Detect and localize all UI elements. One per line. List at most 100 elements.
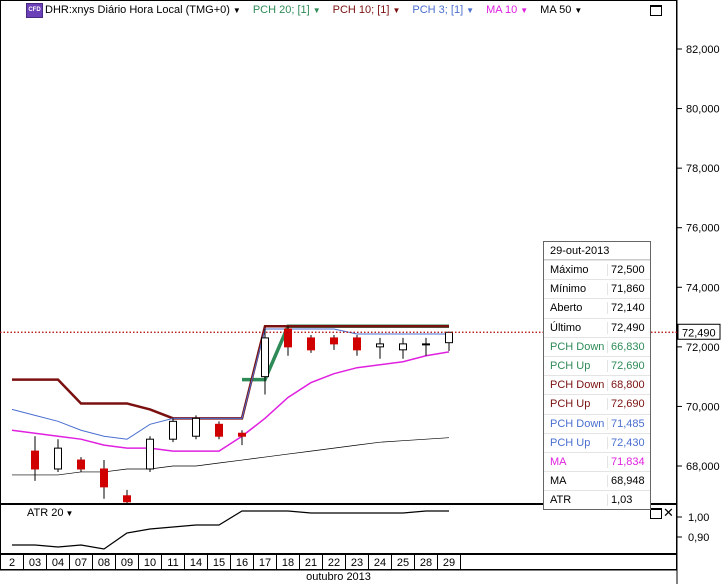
legend-item-ma10[interactable]: MA 10 ▼ [486, 4, 528, 16]
price-tick-label: 68,000 [686, 461, 720, 473]
info-row-value: 1,03 [607, 494, 650, 507]
date-tick-label: 17 [259, 557, 271, 569]
current-price-label: 72,490 [682, 327, 716, 339]
atr-plot-frame [0, 504, 677, 554]
chevron-down-icon[interactable]: ▼ [520, 6, 528, 15]
info-row-value: 71,860 [607, 283, 650, 296]
info-row: PCH Down 66,830 [544, 336, 650, 356]
info-row: Máximo 72,500 [544, 260, 650, 279]
chevron-down-icon[interactable]: ▼ [574, 6, 582, 15]
info-row-label: Último [550, 321, 582, 334]
series-line [12, 325, 449, 420]
candle-body [422, 343, 430, 346]
candle-body [445, 331, 453, 344]
date-tick-label: 15 [213, 557, 225, 569]
candle-body [261, 337, 269, 378]
info-row-label: PCH Up [550, 436, 591, 449]
info-row-value: 72,500 [607, 264, 650, 277]
date-tick-label: 28 [420, 557, 432, 569]
info-row-value: 71,485 [607, 417, 650, 430]
maximize-icon[interactable] [650, 5, 662, 16]
info-row-value: 66,830 [607, 340, 650, 353]
info-row: MA 68,948 [544, 471, 650, 490]
date-tick-label: 11 [167, 557, 178, 569]
info-row-label: MA [550, 455, 567, 468]
info-row-value: 71,834 [607, 455, 650, 468]
info-row-value: 72,430 [607, 436, 650, 449]
info-row-label: PCH Up [550, 360, 591, 373]
legend-symbol[interactable]: DHR:xnys Diário Hora Local (TMG+0) ▼ [45, 4, 241, 16]
candle-body [31, 450, 39, 470]
date-tick-label: 18 [282, 557, 294, 569]
info-row: ATR 1,03 [544, 490, 650, 509]
candle-body [77, 459, 85, 470]
candle-body [100, 468, 108, 488]
price-tick-label: 78,000 [686, 163, 720, 175]
candle-body [146, 438, 154, 470]
candle-body [215, 423, 223, 437]
info-row-label: PCH Up [550, 398, 591, 411]
date-tick-label: 16 [236, 557, 248, 569]
legend-item-pch3[interactable]: PCH 3; [1] ▼ [412, 4, 474, 16]
chevron-down-icon[interactable]: ▼ [392, 6, 400, 15]
info-row-label: Mínimo [550, 283, 587, 296]
info-row-value: 72,140 [607, 302, 650, 315]
chevron-down-icon[interactable]: ▼ [466, 6, 474, 15]
chevron-down-icon[interactable]: ▼ [313, 6, 321, 15]
atr-panel-label[interactable]: ATR 20 ▼ [27, 507, 73, 519]
atr-tick-label: 1,00 [688, 512, 709, 524]
candle-body [353, 337, 361, 351]
chevron-down-icon[interactable]: ▼ [233, 6, 241, 15]
legend-item-pch20[interactable]: PCH 20; [1] ▼ [253, 4, 321, 16]
info-row-value: 68,948 [607, 475, 650, 488]
price-tick-label: 82,000 [686, 44, 720, 56]
close-icon[interactable]: ✕ [663, 506, 674, 519]
candle-body [330, 337, 338, 345]
info-row: MA 71,834 [544, 451, 650, 471]
date-tick-label: 14 [190, 557, 202, 569]
date-tick-label: 24 [374, 557, 386, 569]
chart-legend: CFD DHR:xnys Diário Hora Local (TMG+0) ▼ … [0, 2, 594, 18]
date-tick-label: 10 [144, 557, 156, 569]
legend-item-ma50[interactable]: MA 50 ▼ [540, 4, 582, 16]
info-row-label: PCH Down [550, 379, 605, 392]
info-row: Último 72,490 [544, 317, 650, 337]
date-tick-label: 08 [98, 557, 110, 569]
candle-body [192, 417, 200, 437]
date-tick-label: 09 [121, 557, 133, 569]
info-panel-date: 29-out-2013 [544, 242, 650, 260]
maximize-icon[interactable] [650, 508, 662, 519]
info-row-value: 68,800 [607, 379, 650, 392]
candle-body [54, 447, 62, 470]
info-panel: 29-out-2013 Máximo 72,500 Mínimo 71,860 Aber… [543, 241, 651, 511]
candle-body [169, 420, 177, 440]
atr-tick-label: 0,90 [688, 532, 709, 544]
info-row: PCH Down 71,485 [544, 413, 650, 433]
date-tick-label: 21 [305, 557, 317, 569]
date-tick-label: 07 [75, 557, 87, 569]
date-tick-label: 22 [328, 557, 340, 569]
info-row: PCH Up 72,430 [544, 432, 650, 452]
price-tick-label: 74,000 [686, 282, 720, 294]
info-row: PCH Up 72,690 [544, 394, 650, 413]
candle-body [307, 337, 315, 351]
date-tick-label: 25 [397, 557, 409, 569]
info-row-label: Aberto [550, 302, 583, 315]
info-row-value: 72,690 [607, 360, 650, 373]
info-row: Mínimo 71,860 [544, 279, 650, 298]
price-tick-label: 72,000 [686, 342, 720, 354]
info-row-label: Máximo [550, 264, 589, 277]
info-row-label: PCH Down [550, 417, 605, 430]
info-row-label: ATR [550, 494, 572, 507]
date-tick-label: 23 [351, 557, 363, 569]
cfd-badge: CFD [26, 2, 43, 18]
info-row: PCH Up 72,690 [544, 355, 650, 375]
info-row: PCH Down 68,800 [544, 375, 650, 394]
info-row-label: PCH Down [550, 340, 605, 353]
info-row-value: 72,490 [607, 321, 650, 334]
legend-item-pch10[interactable]: PCH 10; [1] ▼ [333, 4, 401, 16]
price-tick-label: 80,000 [686, 104, 720, 116]
candle-body [123, 495, 131, 503]
chevron-down-icon[interactable]: ▼ [65, 509, 73, 518]
price-tick-label: 76,000 [686, 223, 720, 235]
